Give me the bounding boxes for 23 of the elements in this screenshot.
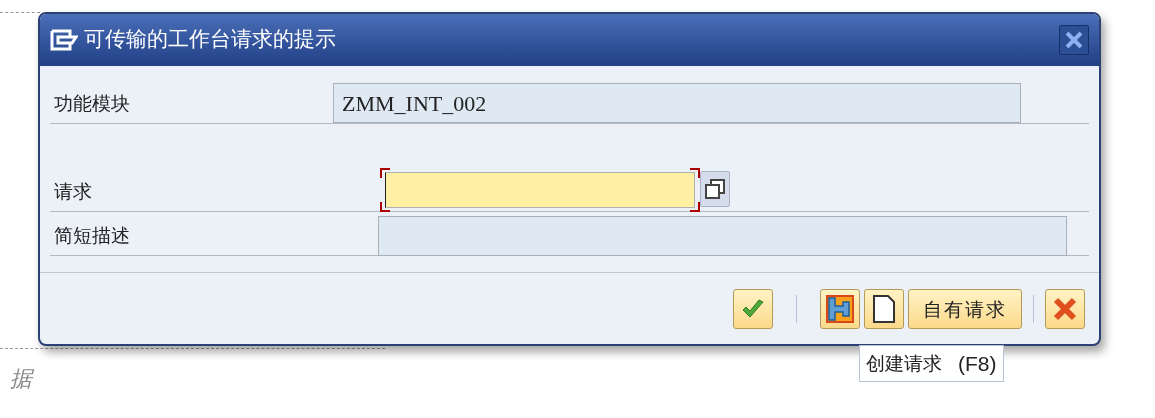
request-field[interactable] <box>380 168 700 212</box>
cancel-button[interactable] <box>1045 289 1085 329</box>
new-document-button[interactable] <box>864 289 904 329</box>
dialog-icon <box>50 29 78 51</box>
close-icon <box>1064 30 1084 50</box>
readonly-field: ZMM_INT_002 <box>333 83 1021 123</box>
close-button[interactable] <box>1059 25 1089 55</box>
window-title: 可传输的工作台请求的提示 <box>84 26 336 54</box>
field-label: 请求 <box>53 179 92 202</box>
close-icon <box>1053 297 1077 321</box>
copy-icon <box>704 178 726 200</box>
checkmark-icon <box>741 299 765 319</box>
own-requests-button[interactable]: 自有请求 <box>908 289 1022 329</box>
transport-icon <box>825 294 855 324</box>
field-label: 功能模块 <box>53 91 130 114</box>
shortcut-text: (F8) <box>958 350 997 377</box>
possible-entries-button[interactable] <box>700 171 730 207</box>
confirm-button[interactable] <box>733 289 773 329</box>
document-icon <box>872 294 896 324</box>
transport-button[interactable] <box>820 289 860 329</box>
background-text: 据 <box>10 365 32 393</box>
field-label: 简短描述 <box>53 223 130 246</box>
tooltip-text: 创建请求 <box>866 351 942 377</box>
